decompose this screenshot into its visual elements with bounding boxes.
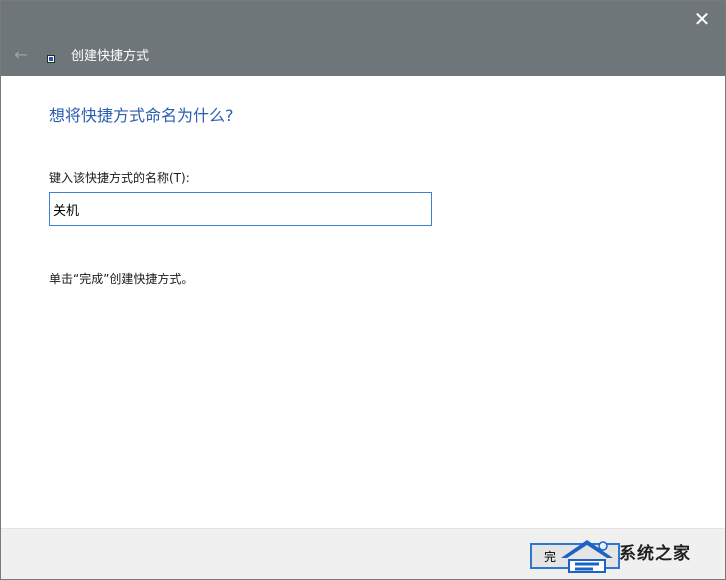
shortcut-name-label: 键入该快捷方式的名称(T):: [49, 171, 190, 185]
create-shortcut-dialog: ✕ ← 创建快捷方式 想将快捷方式命名为什么? 键入该快捷方式的名称(T): 单…: [0, 0, 726, 580]
watermark: 系统之家: [557, 532, 723, 578]
shortcut-app-icon: [47, 55, 55, 63]
back-arrow-icon[interactable]: ←: [11, 45, 31, 65]
title-bar: ✕ ← 创建快捷方式: [1, 1, 725, 76]
window-title: 创建快捷方式: [71, 49, 150, 64]
shortcut-name-input[interactable]: [49, 192, 432, 226]
system-home-logo-icon: [561, 540, 613, 573]
wizard-content: 想将快捷方式命名为什么? 键入该快捷方式的名称(T): 单击“完成”创建快捷方式…: [1, 76, 725, 528]
close-icon[interactable]: ✕: [687, 5, 717, 33]
finish-hint-text: 单击“完成”创建快捷方式。: [49, 272, 194, 286]
page-heading: 想将快捷方式命名为什么?: [49, 106, 234, 125]
watermark-text: 系统之家: [619, 544, 691, 564]
